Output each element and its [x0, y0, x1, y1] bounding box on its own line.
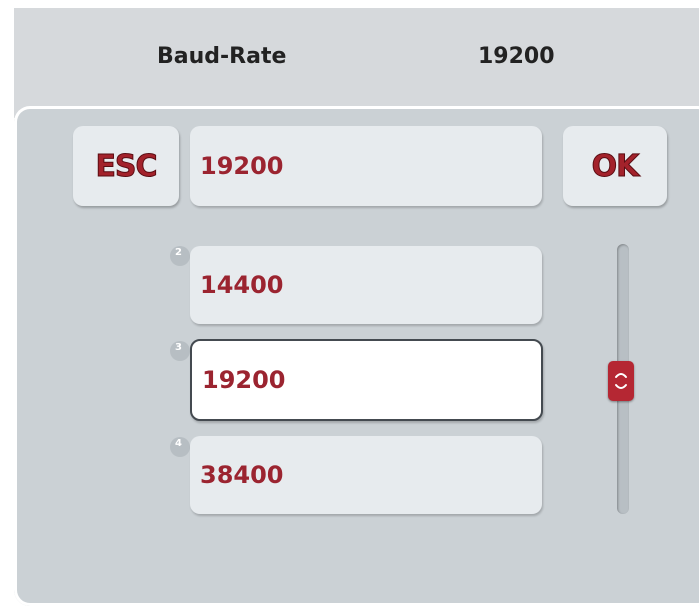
- list-item-value: 38400: [200, 461, 284, 489]
- list-item-value: 19200: [202, 366, 286, 394]
- list-item[interactable]: 14400: [190, 246, 542, 324]
- list-index-badge: 3: [170, 341, 190, 361]
- header-label: Baud-Rate: [157, 44, 287, 69]
- list-item-selected[interactable]: 19200: [190, 339, 543, 421]
- ok-button-label: OK: [591, 148, 640, 184]
- esc-button[interactable]: ESC: [73, 126, 179, 206]
- value-input-text: 19200: [200, 152, 284, 180]
- esc-button-label: ESC: [95, 148, 158, 184]
- list-item-value: 14400: [200, 271, 284, 299]
- list-index-badge: 2: [170, 246, 190, 266]
- ok-button[interactable]: OK: [563, 126, 667, 206]
- scroll-handle-icon: [615, 373, 627, 389]
- header-bar: [14, 8, 699, 118]
- list-item[interactable]: 38400: [190, 436, 542, 514]
- list-index-badge: 4: [170, 437, 190, 457]
- header-value: 19200: [478, 44, 555, 69]
- scrollbar-thumb[interactable]: [608, 361, 634, 401]
- value-input[interactable]: 19200: [190, 126, 542, 206]
